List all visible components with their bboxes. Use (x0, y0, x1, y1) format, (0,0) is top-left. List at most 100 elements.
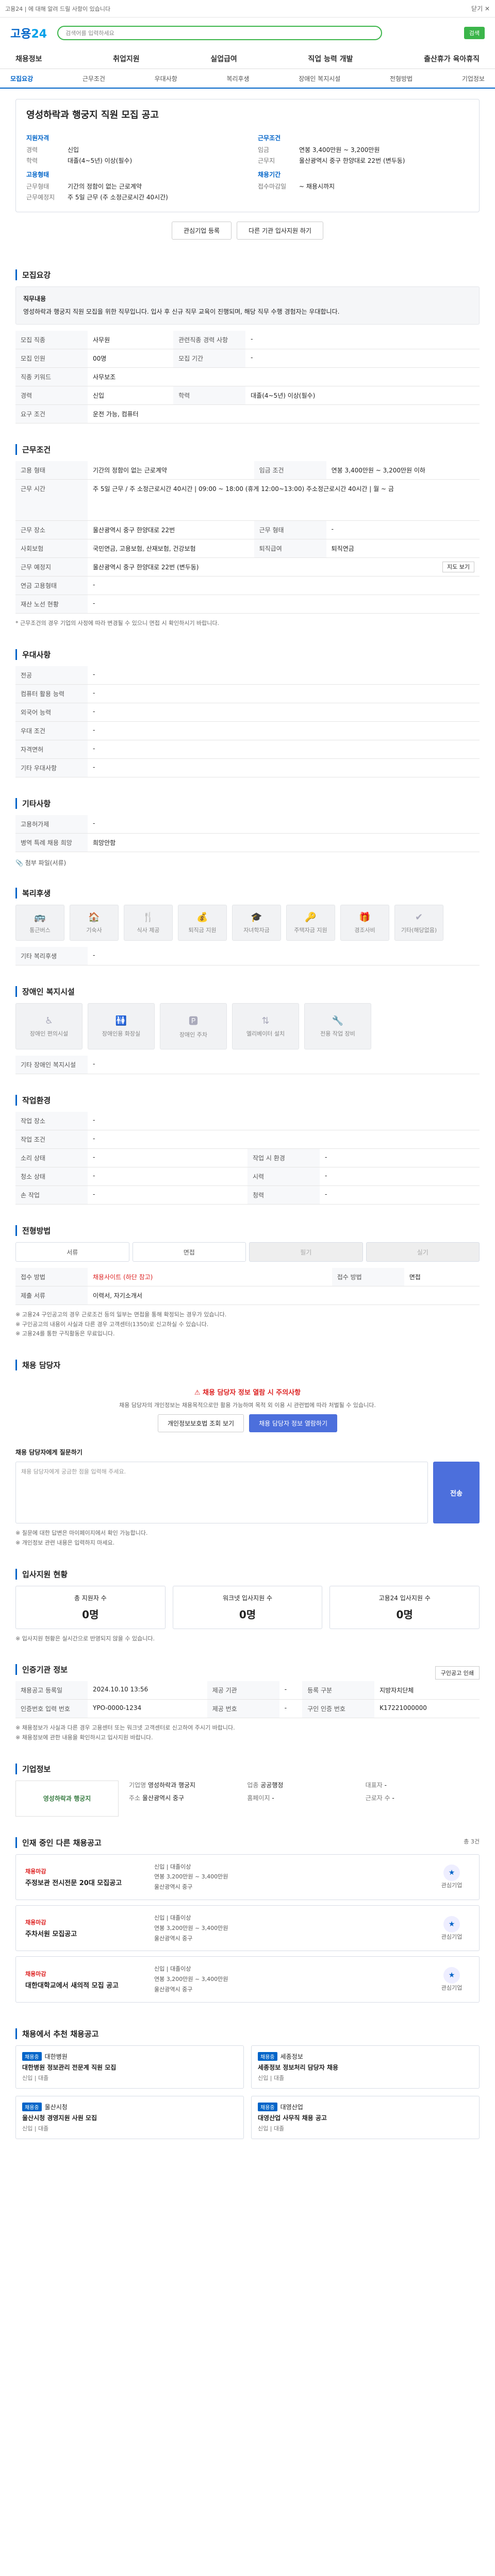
reg-table: 채용공고 등록일 2024.10.10 13:56 제공 기관 - 등록 구분 지방자치단… (15, 1681, 480, 1719)
bus-icon: 🚌 (34, 911, 46, 923)
nav-item[interactable]: 취업지원 (113, 54, 140, 64)
dept-section: 작업환경 작업 장소 - 작업 조건 - 소리 상태 - 작업 시 환경 - 청소 상태 -… (0, 1084, 495, 1215)
wheelchair-icon: ♿ (44, 1015, 54, 1026)
logo[interactable]: 고용24 (10, 25, 47, 41)
disability-item: ♿ 장애인 편의시설 (15, 1003, 82, 1050)
table-row: 모집 인원 00명 모집 기간 - (15, 349, 480, 368)
disability-section: 장애인 복지시설 ♿ 장애인 편의시설 🚻 장애인용 화장실 🅿 장애인 주차 ⇅ 엘리… (0, 976, 495, 1084)
attach-file[interactable]: 📎 첨부 파일(서류) (15, 858, 480, 867)
disability-item: 🚻 장애인용 화장실 (88, 1003, 155, 1050)
favorite-company-button[interactable]: 관심기업 등록 (172, 222, 232, 240)
tab[interactable]: 기업정보 (462, 74, 485, 83)
status-card: 고용24 입사지원 수 0명 (329, 1585, 480, 1629)
section-title: 전형방법 (15, 1225, 480, 1236)
table-row: 근무 장소 울산광역시 중구 한양대로 22번 근무 형태 - (15, 520, 480, 540)
table-row: 근무 시간 주 5일 근무 / 주 소정근로시간 40시간 | 09:00 ~ 1… (15, 479, 480, 521)
nav-item[interactable]: 실업급여 (210, 54, 237, 64)
company-field: 업종 공공행정 (247, 1781, 284, 1789)
recommend-card[interactable]: 채용중 대영산업 대영산업 사무직 채용 공고 신입 | 대졸 (251, 2095, 480, 2139)
company-field: 기업명 영성하락과 행궁지 (129, 1781, 196, 1789)
tab[interactable]: 근무조건 (82, 74, 105, 83)
table-row: 우대 조건 - (15, 721, 480, 741)
table-row: 경력 신입 학력 대졸(4~5년) 이상(필수) (15, 386, 480, 405)
table-row: 접수 방법 채용사이트 (하단 참고) 접수 방법 면접 (15, 1268, 480, 1287)
method-step: 면접 (132, 1242, 246, 1262)
star-icon[interactable]: ★ (443, 1916, 460, 1933)
nav-item[interactable]: 출산휴가 육아휴직 (424, 54, 480, 64)
close-icon[interactable]: 닫기 ✕ (471, 4, 490, 13)
map-button[interactable]: 지도 보기 (442, 562, 474, 573)
method-step: 필기 (249, 1242, 363, 1262)
print-button[interactable]: 구인공고 인쇄 (435, 1666, 480, 1680)
welfare-item: 🚌 통근버스 (15, 905, 64, 941)
search-input[interactable]: 검색어를 입력하세요 (57, 26, 383, 40)
company-field: 홈페이지 - (247, 1794, 274, 1802)
section-title: 인재 중인 다른 채용공고 (15, 1837, 102, 1848)
kv-value: 주 5일 근무 (주 소정근로시간 40시간) (68, 194, 168, 201)
logo-num: 24 (31, 28, 47, 41)
related-item[interactable]: 채용마감 대한대학교에서 새의적 모집 공고 신입 | 대졸이상 연봉 3,200만… (15, 1956, 480, 2003)
kv-key: 학력 (26, 157, 38, 164)
toilet-icon: 🚻 (115, 1015, 127, 1026)
related-item[interactable]: 채용마감 주정보관 전시전문 20대 모집공고 신입 | 대졸이상 연봉 3,200… (15, 1854, 480, 1900)
table-row: 컴퓨터 활용 능력 - (15, 684, 480, 704)
work-note: * 근무조건의 경우 기업의 사정에 따라 변경될 수 있으니 면접 시 확인하… (15, 620, 220, 627)
status-card: 총 지원자 수 0명 (15, 1585, 166, 1629)
tab[interactable]: 장애인 복지시설 (299, 74, 340, 83)
section-title: 채용에서 추천 채용공고 (15, 2028, 480, 2039)
recommend-card[interactable]: 채용중 대한병원 대한병원 정보관리 전문계 직원 모집 신입 | 대졸 (15, 2045, 244, 2089)
tab[interactable]: 전형방법 (390, 74, 412, 83)
send-button[interactable]: 전송 (433, 1462, 480, 1524)
etc-section: 기타사항 고용허가제 - 병역 특례 채용 희망 희망안함 📎 첨부 파일(서류) (0, 788, 495, 877)
recommend-card[interactable]: 채용중 울산시청 울산시청 경영지원 사원 모집 신입 | 대졸 (15, 2095, 244, 2139)
manager-desc: 채용 담당자의 개인정보는 채용목적으로만 활용 가능하며 목적 외 이용 시 … (119, 1402, 376, 1409)
kv-key: 임금 (258, 146, 270, 154)
summary-label: 근무조건 (258, 134, 281, 142)
view-manager-button[interactable]: 채용 담당자 정보 열람하기 (249, 1414, 337, 1433)
tab[interactable]: 우대사항 (155, 74, 177, 83)
apply-other-button[interactable]: 다른 기관 입사지원 하기 (237, 222, 323, 240)
header: 고용24 검색어를 입력하세요 검색 (0, 18, 495, 48)
kv-value: 기간의 정함이 없는 근로계약 (68, 183, 142, 190)
nav-item[interactable]: 직업 능력 개발 (308, 54, 353, 64)
attach-label: 첨부 파일(서류) (25, 859, 67, 867)
kv-value: 울산광역시 중구 한양대로 22번 (변두동) (299, 157, 405, 164)
table-row: 청소 상태 - 시력 - (15, 1167, 480, 1187)
table-row: 전공 - (15, 666, 480, 685)
main-nav: 채용정보 취업지원 실업급여 직업 능력 개발 출산휴가 육아휴직 (0, 48, 495, 69)
money-icon: 💰 (196, 911, 208, 923)
table-row: 병역 특례 채용 희망 희망안함 (15, 833, 480, 853)
welfare-item: 💰 퇴직금 지원 (178, 905, 227, 941)
privacy-law-button[interactable]: 개인정보보호법 조회 보기 (158, 1414, 244, 1433)
status-section: 입사지원 현황 총 지원자 수 0명 워크넷 입사지원 수 0명 고용24 입사지원… (0, 1558, 495, 1654)
recommend-card[interactable]: 채용중 세종정보 세종정보 정보처리 담당자 채용 신입 | 대졸 (251, 2045, 480, 2089)
summary-card: 영성하락과 행궁지 직원 모집 공고 지원자격 경력 신입 학력 대졸(4~5년) … (15, 99, 480, 212)
company-section: 기업정보 영성하락과 행궁지 기업명 영성하락과 행궁지 업종 공공행정 대표자… (0, 1753, 495, 1827)
tab[interactable]: 복리후생 (226, 74, 249, 83)
table-row: 근무 예정지 울산광역시 중구 한양대로 22번 (변두동) 지도 보기 (15, 557, 480, 577)
table-row: 재산 노선 현황 - (15, 595, 480, 614)
section-title: 입사지원 현황 (15, 1568, 480, 1580)
tab[interactable]: 모집요강 (10, 74, 33, 83)
star-icon[interactable]: ★ (443, 1967, 460, 1984)
summary-label: 채용기간 (258, 171, 281, 178)
section-title: 복리후생 (15, 888, 480, 899)
question-textarea[interactable]: 채용 담당자에게 궁금한 점을 입력해 주세요. (15, 1462, 428, 1524)
table-row: 기타 장애인 복지시설 - (15, 1056, 480, 1075)
kv-key: 근무지 (258, 157, 275, 164)
reg-section: 인증기관 정보 구인공고 인쇄 채용공고 등록일 2024.10.10 13:56… (0, 1654, 495, 1753)
star-icon[interactable]: ★ (443, 1865, 460, 1882)
job-desc: 영성하락과 행궁지 직원 모집을 위한 직무입니다. 입사 후 신규 직무 교육… (23, 308, 340, 316)
related-item[interactable]: 채용마감 주차서원 모집공고 신입 | 대졸이상 연봉 3,200만원 ~ 3,40… (15, 1905, 480, 1952)
welfare-item: 🎓 자녀학자금 (232, 905, 281, 941)
table-row: 모집 직종 사무원 관련직종 경력 사항 - (15, 331, 480, 350)
search-button[interactable]: 검색 (464, 27, 485, 39)
section-title: 채용 담당자 (15, 1360, 480, 1371)
status-card: 워크넷 입사지원 수 0명 (172, 1585, 323, 1629)
table-row: 손 작업 - 청력 - (15, 1185, 480, 1205)
method-step: 실기 (366, 1242, 480, 1262)
table-row: 인증번호 입력 번호 YPO-0000-1234 제공 번호 - 구인 인증 번호 K17… (15, 1699, 480, 1719)
reg-notes: ※ 채용정보가 사실과 다른 경우 고용센터 또는 워크넷 고객센터로 신고하여… (15, 1724, 235, 1741)
kv-value: 대졸(4~5년) 이상(필수) (68, 157, 133, 164)
nav-item[interactable]: 채용정보 (15, 54, 42, 64)
